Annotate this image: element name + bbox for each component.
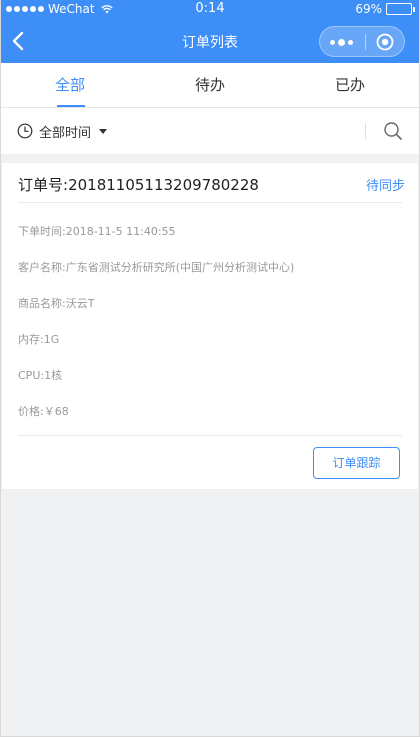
customer-name-value: 广东省测试分析研究所(中国广州分析测试中心) [65, 261, 295, 274]
order-status-badge: 待同步 [365, 179, 405, 194]
order-number: 订单号:20181105113209780228 [18, 174, 259, 195]
capsule-divider [365, 34, 366, 50]
tab-all-label: 全部 [54, 76, 85, 94]
order-number-value: 20181105113209780228 [68, 176, 259, 194]
product-name-label: 商品名称: [18, 297, 66, 310]
clock-icon [17, 123, 33, 139]
product-name-value: 沃云T [65, 297, 95, 310]
customer-name-row: 客户名称:广东省测试分析研究所(中国广州分析测试中心) [18, 259, 294, 275]
time-filter-label: 全部时间 [39, 125, 92, 141]
price-value: ￥68 [43, 405, 69, 418]
filter-bar: 全部时间 [0, 108, 420, 154]
more-options-icon[interactable] [330, 36, 356, 48]
order-number-label: 订单号: [18, 176, 69, 194]
price-row: 价格:￥68 [18, 403, 69, 419]
price-label: 价格: [18, 405, 44, 418]
tab-done-label: 已办 [334, 76, 365, 94]
filter-divider [365, 123, 366, 139]
cpu-value: 1核 [44, 369, 63, 382]
order-tabs: 全部 待办 已办 [0, 63, 420, 108]
order-time-label: 下单时间: [18, 225, 66, 238]
tab-all[interactable]: 全部 [0, 63, 140, 108]
caret-down-icon [99, 128, 108, 134]
product-name-row: 商品名称:沃云T [18, 295, 94, 311]
order-time-value: 2018-11-5 11:40:55 [65, 225, 176, 238]
card-footer-divider [18, 435, 402, 436]
tab-pending-label: 待办 [194, 76, 225, 94]
battery-percent: 69% [355, 2, 382, 16]
order-time-row: 下单时间:2018-11-5 11:40:55 [18, 223, 176, 239]
active-tab-indicator [57, 105, 85, 107]
cpu-row: CPU:1核 [18, 367, 62, 383]
card-divider [18, 202, 402, 203]
memory-value: 1G [43, 333, 60, 346]
app-header: WeChat 0:14 69% 订单列表 [0, 0, 420, 63]
memory-row: 内存:1G [18, 331, 59, 347]
close-miniprogram-icon[interactable] [376, 33, 394, 51]
memory-label: 内存: [18, 333, 44, 346]
order-tracking-button[interactable]: 订单跟踪 [313, 447, 400, 479]
customer-name-label: 客户名称: [18, 261, 66, 274]
cpu-label: CPU: [18, 369, 45, 382]
mini-program-capsule [319, 26, 405, 57]
search-icon[interactable] [382, 120, 404, 142]
battery-icon [386, 3, 415, 15]
order-card: 订单号:20181105113209780228 待同步 下单时间:2018-1… [2, 163, 418, 489]
tab-done[interactable]: 已办 [280, 63, 420, 108]
tab-pending[interactable]: 待办 [140, 63, 280, 108]
time-filter-dropdown[interactable]: 全部时间 [17, 121, 108, 141]
status-bar: WeChat 0:14 69% [0, 0, 420, 18]
